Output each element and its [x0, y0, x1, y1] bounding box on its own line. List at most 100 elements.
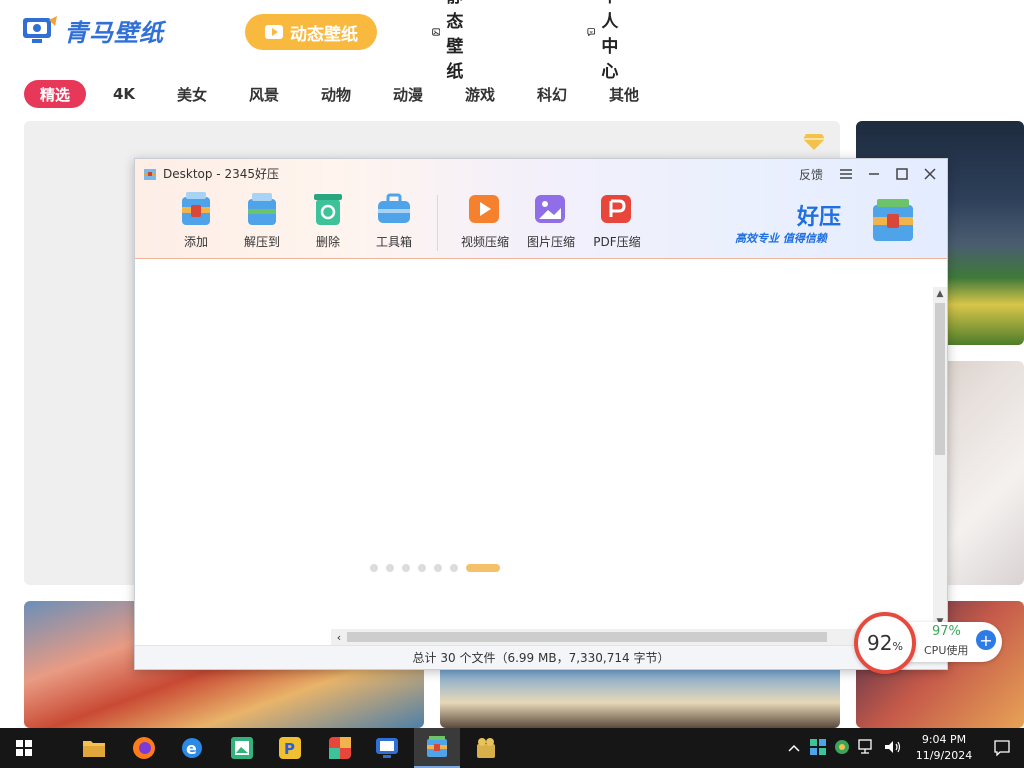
nav-personal-center[interactable]: 个人中心	[570, 0, 647, 82]
category-beauty[interactable]: 美女	[176, 80, 208, 108]
tool-delete-button[interactable]: 删除	[295, 189, 361, 251]
tool-extract-button[interactable]: 解压到	[229, 189, 295, 251]
taskbar-file-explorer[interactable]	[78, 732, 110, 764]
memory-percent: 92	[867, 631, 893, 655]
tool-label: 解压到	[243, 235, 280, 249]
taskbar-edge[interactable]: e	[176, 732, 208, 764]
taskbar-pdf-app[interactable]: P	[274, 732, 306, 764]
category-featured[interactable]: 精选	[24, 80, 86, 108]
memory-usage-ring[interactable]: 92%	[854, 612, 916, 674]
carousel-dot[interactable]	[434, 564, 442, 572]
carousel-dot[interactable]	[418, 564, 426, 572]
taskbar-firefox[interactable]	[128, 732, 160, 764]
tray-volume-icon[interactable]	[884, 739, 902, 758]
nav-dynamic-wallpaper[interactable]: 动态壁纸	[245, 14, 377, 50]
chat-face-icon	[587, 28, 595, 37]
tool-image-compress-button[interactable]: 图片压缩	[518, 189, 584, 251]
clock[interactable]: 9:04 PM 11/9/2024	[908, 732, 980, 764]
speaker-icon	[885, 740, 901, 753]
archive-app-icon	[427, 736, 447, 757]
tool-pdf-compress-button[interactable]: PDF压缩	[584, 189, 650, 251]
cpu-monitor-widget[interactable]: 92% 97% CPU使用 +	[854, 612, 1002, 674]
main-nav: 动态壁纸 静态壁纸 个人中心	[245, 0, 618, 82]
category-animals[interactable]: 动物	[320, 80, 352, 108]
tool-video-compress-button[interactable]: 视频压缩	[452, 189, 518, 251]
tool-add-button[interactable]: 添加	[163, 189, 229, 251]
svg-text:P: P	[284, 740, 295, 758]
recycle-icon	[314, 194, 342, 225]
svg-text:e: e	[186, 739, 197, 758]
toolbar-separator	[437, 195, 438, 251]
carousel-dots	[370, 564, 500, 572]
brand-name: 好压	[797, 205, 842, 230]
taskbar-qingma-wallpaper[interactable]	[372, 732, 404, 764]
brand-banner: 好压 高效专业 值得信赖	[735, 197, 945, 249]
cpu-label: CPU使用	[924, 644, 969, 657]
menu-button[interactable]	[835, 163, 857, 185]
carousel-dot[interactable]	[386, 564, 394, 572]
vip-diamond-icon	[803, 134, 825, 150]
category-scenery[interactable]: 风景	[248, 80, 280, 108]
scroll-thumb[interactable]	[935, 303, 945, 455]
window-title: Desktop - 2345好压	[143, 165, 279, 182]
horizontal-scrollbar[interactable]: ‹	[331, 629, 933, 645]
category-4k[interactable]: 4K	[112, 80, 136, 108]
tool-label: PDF压缩	[593, 235, 641, 249]
status-bar: 总计 30 个文件（6.99 MB，7,330,714 字节）	[135, 645, 947, 669]
maximize-button[interactable]	[891, 163, 913, 185]
folder-icon	[83, 741, 105, 757]
carousel-dot[interactable]	[402, 564, 410, 572]
carousel-dot-active[interactable]	[466, 564, 500, 572]
boost-button[interactable]: +	[976, 630, 996, 650]
feedback-link[interactable]: 反馈	[799, 166, 823, 183]
archive-box-icon	[873, 199, 913, 241]
tool-toolbox-button[interactable]: 工具箱	[361, 189, 427, 251]
extract-icon	[248, 193, 276, 225]
game-app-icon	[477, 738, 495, 758]
logo-icon	[23, 15, 57, 43]
taskbar-app-store[interactable]	[324, 732, 356, 764]
taskbar-image-viewer[interactable]	[226, 732, 258, 764]
image-icon	[432, 28, 441, 36]
show-hidden-icons[interactable]	[788, 741, 800, 755]
network-icon	[858, 738, 872, 754]
maximize-icon	[896, 168, 908, 180]
category-bar: 精选 4K 美女 风景 动物 动漫 游戏 科幻 其他	[24, 80, 640, 108]
pdf-compress-icon	[601, 195, 631, 223]
nav-static-wallpaper[interactable]: 静态壁纸	[415, 0, 492, 82]
ie-icon: e	[182, 738, 202, 758]
notification-center-button[interactable]	[980, 740, 1024, 756]
category-games[interactable]: 游戏	[464, 80, 496, 108]
status-text: 总计 30 个文件（6.99 MB，7,330,714 字节）	[412, 651, 670, 665]
close-button[interactable]	[919, 163, 941, 185]
firefox-icon	[133, 737, 155, 759]
taskbar-game-app[interactable]	[470, 732, 502, 764]
nav-label: 个人中心	[601, 0, 619, 82]
scroll-left-arrow[interactable]: ‹	[331, 629, 347, 645]
archiver-window: Desktop - 2345好压 反馈 添加 解压到 删除 工具箱 视频压缩 图…	[134, 158, 948, 670]
window-controls: 反馈	[799, 163, 941, 185]
tray-network-icon[interactable]	[858, 738, 876, 758]
app-logo[interactable]: 青马壁纸	[22, 13, 164, 48]
grid-app-icon	[810, 738, 826, 755]
start-button[interactable]	[0, 728, 48, 768]
app-store-icon	[329, 737, 351, 759]
tray-app-icon[interactable]	[810, 738, 826, 758]
taskbar-2345-archiver[interactable]	[414, 728, 460, 768]
carousel-dot[interactable]	[450, 564, 458, 572]
category-scifi[interactable]: 科幻	[536, 80, 568, 108]
tray-security-icon[interactable]	[834, 739, 850, 758]
vertical-scrollbar[interactable]: ▲ ▼	[933, 287, 947, 629]
carousel-dot[interactable]	[370, 564, 378, 572]
archiver-toolbar: 添加 解压到 删除 工具箱 视频压缩 图片压缩 PDF压缩	[163, 189, 650, 251]
windows-logo-icon	[16, 740, 32, 756]
scroll-thumb[interactable]	[347, 632, 827, 642]
nav-label: 静态壁纸	[446, 0, 464, 82]
image-compress-icon	[535, 195, 565, 223]
minimize-button[interactable]	[863, 163, 885, 185]
category-anime[interactable]: 动漫	[392, 80, 424, 108]
scroll-up-arrow[interactable]: ▲	[933, 287, 947, 301]
close-icon	[924, 168, 936, 180]
system-tray: 9:04 PM 11/9/2024	[788, 728, 1024, 768]
category-other[interactable]: 其他	[608, 80, 640, 108]
